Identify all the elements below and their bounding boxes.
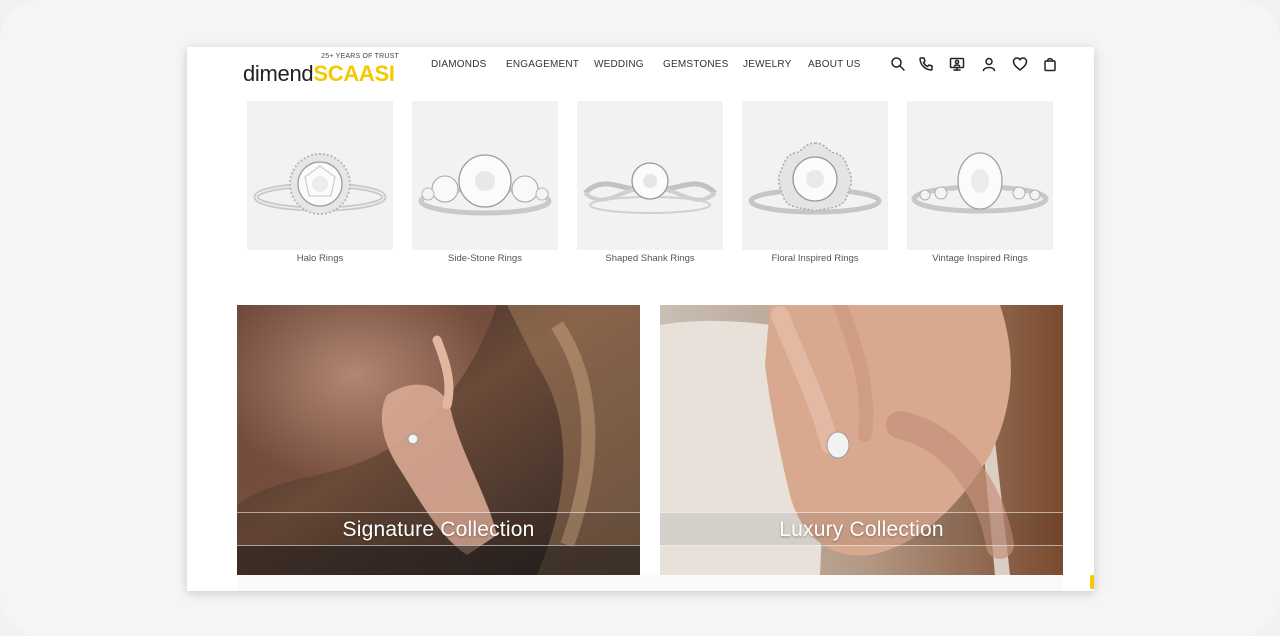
- halo-ring-image: [247, 101, 393, 250]
- nav-item-about-us[interactable]: ABOUT US: [808, 59, 861, 70]
- category-label: Side-Stone Rings: [448, 253, 522, 264]
- logo-tagline: 25+ YEARS OF TRUST: [321, 53, 399, 60]
- logo-wordmark: dimendSCAASI: [243, 63, 395, 85]
- web-page: 25+ YEARS OF TRUST dimendSCAASI DIAMONDS…: [187, 47, 1094, 591]
- nav-item-jewelry[interactable]: JEWELRY: [743, 59, 791, 70]
- banner-title-band: Luxury Collection: [660, 512, 1063, 546]
- luxury-collection-banner[interactable]: Luxury Collection: [660, 305, 1063, 575]
- category-label: Floral Inspired Rings: [771, 253, 859, 264]
- category-vintage-inspired-rings[interactable]: Vintage Inspired Rings: [907, 101, 1053, 264]
- nav-item-wedding[interactable]: WEDDING: [594, 59, 644, 70]
- chat-widget-tab[interactable]: [1090, 575, 1094, 589]
- search-icon[interactable]: [890, 56, 906, 72]
- wishlist-heart-icon[interactable]: [1012, 56, 1028, 72]
- phone-icon[interactable]: [918, 56, 934, 72]
- shaped-shank-ring-image: [577, 101, 723, 250]
- brand-logo[interactable]: 25+ YEARS OF TRUST dimendSCAASI: [243, 53, 399, 87]
- banner-title-band: Signature Collection: [237, 512, 640, 546]
- category-shaped-shank-rings[interactable]: Shaped Shank Rings: [577, 101, 723, 264]
- category-label: Halo Rings: [296, 253, 344, 264]
- next-section-preview: [237, 575, 1063, 591]
- banner-title: Signature Collection: [342, 518, 535, 541]
- signature-collection-banner[interactable]: Signature Collection: [237, 305, 640, 575]
- nav-item-engagement[interactable]: ENGAGEMENT: [506, 59, 579, 70]
- vintage-ring-image: [907, 101, 1053, 250]
- virtual-appointment-icon[interactable]: [949, 56, 965, 72]
- logo-word-dimend: dimend: [243, 61, 314, 86]
- floral-ring-image: [742, 101, 888, 250]
- category-label: Vintage Inspired Rings: [932, 253, 1028, 264]
- shopping-bag-icon[interactable]: [1042, 56, 1058, 72]
- nav-item-gemstones[interactable]: GEMSTONES: [663, 59, 729, 70]
- account-icon[interactable]: [981, 56, 997, 72]
- category-side-stone-rings[interactable]: Side-Stone Rings: [412, 101, 558, 264]
- category-label: Shaped Shank Rings: [605, 253, 695, 264]
- nav-item-diamonds[interactable]: DIAMONDS: [431, 59, 487, 70]
- banner-title: Luxury Collection: [779, 518, 944, 541]
- category-halo-rings[interactable]: Halo Rings: [247, 101, 393, 264]
- side-stone-ring-image: [412, 101, 558, 250]
- logo-word-scaasi: SCAASI: [313, 61, 395, 86]
- category-floral-inspired-rings[interactable]: Floral Inspired Rings: [742, 101, 888, 264]
